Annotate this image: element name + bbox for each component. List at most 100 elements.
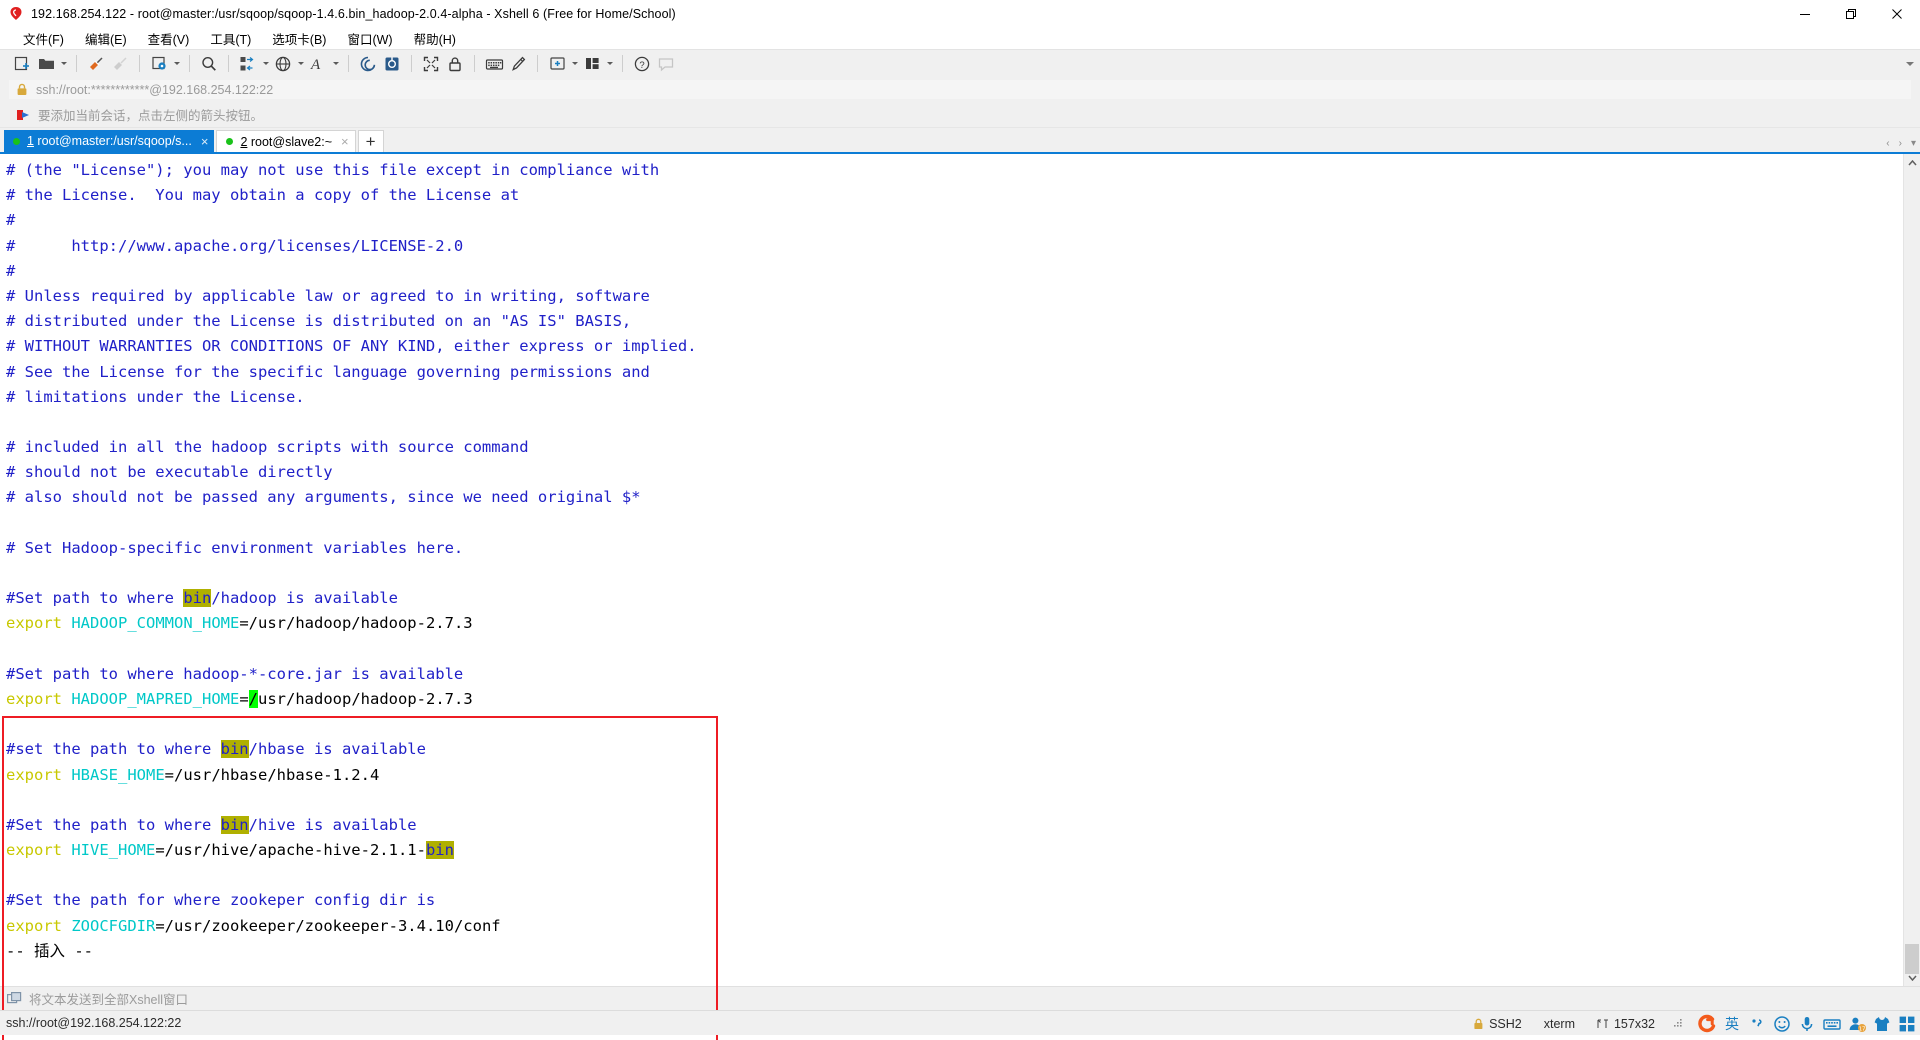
lock-icon <box>1473 1018 1484 1030</box>
menu-file[interactable]: 文件(F) <box>14 27 73 50</box>
user-icon[interactable]: 17 <box>1847 1014 1866 1033</box>
help-icon[interactable]: ? <box>630 53 654 75</box>
globe-caret-icon[interactable] <box>295 53 306 75</box>
terminal-line: # the License. You may obtain a copy of … <box>6 183 1903 208</box>
layout-caret-icon[interactable] <box>604 53 615 75</box>
svg-text:A: A <box>310 57 321 73</box>
tab-root-master[interactable]: 1 root@master:/usr/sqoop/s... × <box>4 130 215 152</box>
terminal-span: #Set path to where <box>6 589 184 608</box>
tab-next-icon[interactable]: › <box>1899 138 1902 149</box>
toolbar-collapse-icon[interactable] <box>1906 50 1914 78</box>
english-input-icon[interactable]: 英 <box>1722 1014 1741 1033</box>
menu-tabs[interactable]: 选项卡(B) <box>263 27 335 50</box>
smiley-icon[interactable] <box>1772 1014 1791 1033</box>
send-to-all-label: 将文本发送到全部Xshell窗口 <box>29 993 189 1007</box>
tab-close-icon[interactable]: × <box>201 135 209 148</box>
resize-grip-icon <box>1672 1014 1691 1033</box>
open-folder-icon[interactable] <box>34 53 58 75</box>
terminal-line: # distributed under the License is distr… <box>6 309 1903 334</box>
menu-view[interactable]: 查看(V) <box>139 27 199 50</box>
svg-text:?: ? <box>639 60 644 71</box>
terminal-span: usr/hadoop/hadoop-2.7.3 <box>258 689 473 708</box>
tab-prev-icon[interactable]: ‹ <box>1886 138 1889 149</box>
tab-close-icon[interactable]: × <box>341 135 349 148</box>
terminal-line: #set the path to where bin/hbase is avai… <box>6 737 1903 762</box>
search-icon[interactable] <box>197 53 221 75</box>
layout-icon[interactable] <box>580 53 604 75</box>
terminal-span: export <box>6 689 62 708</box>
terminal-span: # Unless required by applicable law or a… <box>6 286 650 305</box>
font-caret-icon[interactable] <box>330 53 341 75</box>
file-transfer-caret-icon[interactable] <box>260 53 271 75</box>
connect-icon[interactable] <box>84 53 108 75</box>
menu-tools[interactable]: 工具(T) <box>201 27 260 50</box>
lock-screen-icon[interactable] <box>443 53 467 75</box>
close-button[interactable] <box>1874 0 1920 27</box>
maximize-button[interactable] <box>1828 0 1874 27</box>
disconnect-icon <box>108 53 132 75</box>
apps-icon[interactable] <box>1897 1014 1916 1033</box>
toolbar: A ? <box>0 49 1920 77</box>
menu-help[interactable]: 帮助(H) <box>405 27 465 50</box>
keyboard-icon[interactable] <box>482 53 506 75</box>
send-to-all-bar[interactable]: 将文本发送到全部Xshell窗口 <box>0 986 1920 1010</box>
tab-label: 1 root@master:/usr/sqoop/s... <box>27 134 192 148</box>
punctuation-icon[interactable] <box>1747 1014 1766 1033</box>
open-folder-caret-icon[interactable] <box>58 53 69 75</box>
tab-list-icon[interactable]: ▾ <box>1911 138 1916 149</box>
terminal-span: bin <box>220 815 249 834</box>
terminal-line: #Set path to where hadoop-*-core.jar is … <box>6 662 1903 687</box>
tab-title: root@master:/usr/sqoop/s... <box>33 134 192 148</box>
tab-root-slave2[interactable]: 2 root@slave2:~ × <box>216 130 356 152</box>
menu-window[interactable]: 窗口(W) <box>338 27 401 50</box>
new-session-icon[interactable] <box>10 53 34 75</box>
add-window-icon[interactable] <box>545 53 569 75</box>
session-properties-caret-icon[interactable] <box>171 53 182 75</box>
terminal-span: export <box>6 841 62 860</box>
terminal-span <box>62 917 71 935</box>
add-window-caret-icon[interactable] <box>569 53 580 75</box>
address-input[interactable]: ssh://root:************@192.168.254.122:… <box>8 79 1912 100</box>
status-bar: ssh://root@192.168.254.122:22 SSH2 xterm… <box>0 1010 1920 1035</box>
fullscreen-icon[interactable] <box>419 53 443 75</box>
sogou-logo-icon[interactable] <box>1697 1014 1716 1033</box>
terminal-line: # also should not be passed any argument… <box>6 485 1903 510</box>
terminal-span <box>62 614 71 632</box>
address-bar: ssh://root:************@192.168.254.122:… <box>0 77 1920 102</box>
terminal-line: #Set path to where bin/hadoop is availab… <box>6 586 1903 611</box>
terminal-line: # limitations under the License. <box>6 385 1903 410</box>
highlight-pen-icon[interactable] <box>506 53 530 75</box>
keyboard-icon[interactable] <box>1822 1014 1841 1033</box>
terminal-line: #Set the path for where zookeper config … <box>6 888 1903 913</box>
terminal-output[interactable]: # (the "License"); you may not use this … <box>0 154 1903 986</box>
minimize-button[interactable] <box>1782 0 1828 27</box>
scroll-up-icon[interactable] <box>1904 154 1920 171</box>
scroll-down-icon[interactable] <box>1904 969 1920 986</box>
terminal-scrollbar[interactable] <box>1903 154 1920 986</box>
terminal-line: # included in all the hadoop scripts wit… <box>6 435 1903 460</box>
terminal-span: bin <box>220 740 249 759</box>
session-log-icon[interactable] <box>356 53 380 75</box>
new-tab-button[interactable]: + <box>357 130 384 152</box>
skin-icon[interactable] <box>1872 1014 1891 1033</box>
file-transfer-icon[interactable] <box>236 53 260 75</box>
microphone-icon[interactable] <box>1797 1014 1816 1033</box>
terminal-span: # also should not be passed any argument… <box>6 488 641 507</box>
status-protocol-cell: SSH2 <box>1462 1017 1533 1031</box>
terminal-span: =/usr/zookeeper/zookeeper-3.4.10/conf <box>155 916 501 935</box>
globe-icon[interactable] <box>271 53 295 75</box>
toolbar-separator <box>622 55 623 72</box>
session-properties-icon[interactable] <box>147 53 171 75</box>
terminal-line: # Unless required by applicable law or a… <box>6 284 1903 309</box>
font-icon[interactable]: A <box>306 53 330 75</box>
terminal-span: # should not be executable directly <box>6 463 333 482</box>
window-controls <box>1782 0 1920 27</box>
trace-route-icon[interactable] <box>380 53 404 75</box>
status-protocol: SSH2 <box>1489 1016 1522 1031</box>
toolbar-separator <box>411 55 412 72</box>
terminal-line: export HIVE_HOME=/usr/hive/apache-hive-2… <box>6 838 1903 863</box>
menu-edit[interactable]: 编辑(E) <box>76 27 136 50</box>
